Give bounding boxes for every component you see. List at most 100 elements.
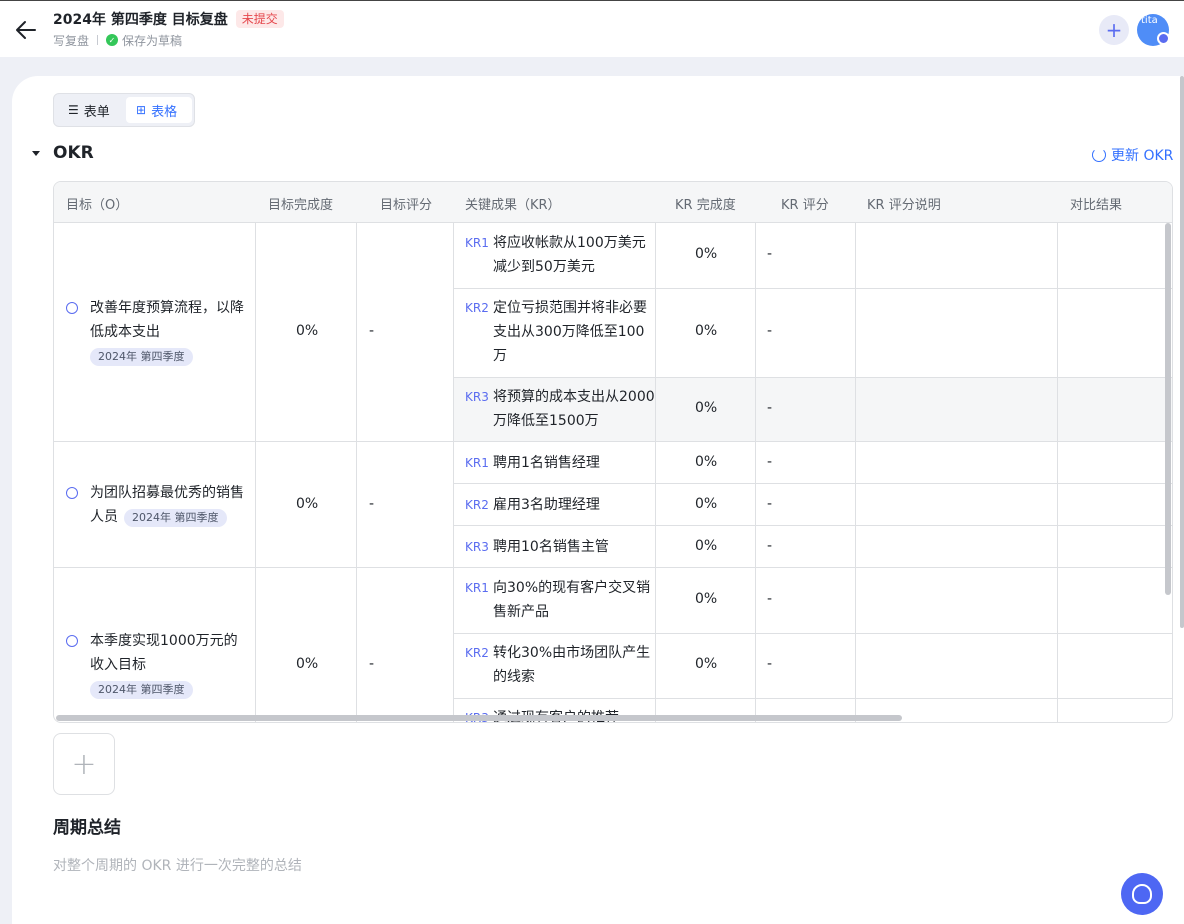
form-icon: ☰ bbox=[68, 103, 79, 117]
kr-tag: KR1 bbox=[465, 581, 489, 595]
kr-score: - bbox=[767, 454, 773, 470]
kr-cell[interactable]: KR3 聘用10名销售主管 bbox=[465, 535, 655, 559]
kr-cell[interactable]: KR2 雇用3名助理经理 bbox=[465, 493, 655, 517]
page-title: 2024年 第四季度 目标复盘 bbox=[53, 12, 228, 28]
objective-name: 为团队招募最优秀的销售人员 2024年 第四季度 bbox=[68, 481, 248, 529]
update-okr-label: 更新 OKR bbox=[1111, 148, 1174, 164]
target-icon bbox=[66, 487, 78, 499]
table-view-tab[interactable]: ⊞ 表格 bbox=[126, 97, 192, 123]
title-row: 2024年 第四季度 目标复盘 未提交 bbox=[53, 9, 284, 29]
target-icon bbox=[66, 635, 78, 647]
kr-completion: 0% bbox=[695, 496, 718, 512]
kr-cell[interactable]: KR1 向30%的现有客户交叉销售新产品 bbox=[465, 576, 655, 624]
kr-text: 聘用10名销售主管 bbox=[493, 539, 609, 555]
kr-completion: 0% bbox=[695, 323, 718, 339]
table-view-label: 表格 bbox=[151, 104, 178, 120]
objective-name: 本季度实现1000万元的收入目标 bbox=[90, 633, 238, 673]
kr-cell[interactable]: KR1 聘用1名销售经理 bbox=[465, 451, 655, 475]
row-divider bbox=[454, 698, 1172, 699]
col-divider bbox=[255, 223, 256, 722]
kr-cell[interactable]: KR1 将应收帐款从100万美元减少到50万美元 bbox=[465, 231, 655, 279]
period-tag: 2024年 第四季度 bbox=[90, 681, 193, 699]
kr-text: 将预算的成本支出从2000万降低至1500万 bbox=[493, 389, 655, 429]
kr-completion: 0% bbox=[695, 246, 718, 262]
kr-text: 雇用3名助理经理 bbox=[493, 497, 600, 513]
update-okr-button[interactable]: 更新 OKR bbox=[1092, 145, 1173, 165]
objective-cell[interactable]: 为团队招募最优秀的销售人员 2024年 第四季度 bbox=[66, 481, 248, 529]
period-tag: 2024年 第四季度 bbox=[124, 509, 227, 527]
row-divider bbox=[454, 525, 1172, 526]
page-scrollbar[interactable] bbox=[1180, 76, 1184, 628]
col-divider bbox=[655, 223, 656, 722]
add-button[interactable]: + bbox=[1099, 15, 1129, 45]
add-section-button[interactable]: + bbox=[53, 733, 115, 795]
row-divider bbox=[454, 288, 1172, 289]
assistant-icon bbox=[1132, 884, 1152, 904]
row-divider bbox=[54, 441, 1172, 442]
col-header-key-results: 关键成果（KR） bbox=[465, 198, 561, 213]
table-grid-icon: ⊞ bbox=[136, 103, 147, 117]
kr-tag: KR2 bbox=[465, 646, 489, 660]
kr-score: - bbox=[767, 323, 773, 339]
kr-text: 聘用1名销售经理 bbox=[493, 455, 600, 471]
okr-section-header[interactable]: OKR bbox=[32, 143, 94, 163]
form-view-label: 表单 bbox=[83, 104, 110, 120]
avatar-status-icon bbox=[1157, 32, 1170, 45]
kr-cell[interactable]: KR3 将预算的成本支出从2000万降低至1500万 bbox=[465, 385, 655, 433]
kr-cell[interactable]: KR2 转化30%由市场团队产生的线索 bbox=[465, 641, 655, 689]
kr-tag: KR2 bbox=[465, 498, 489, 512]
objective-score: - bbox=[369, 496, 375, 512]
table-horizontal-scrollbar[interactable] bbox=[56, 715, 902, 721]
col-header-objective: 目标（O） bbox=[66, 198, 129, 213]
kr-tag: KR1 bbox=[465, 456, 489, 470]
row-divider bbox=[454, 483, 1172, 484]
view-toggle: ☰ 表单 ⊞ 表格 bbox=[53, 93, 195, 127]
mode-label: 写复盘 bbox=[53, 33, 90, 48]
summary-title: 周期总结 bbox=[53, 818, 121, 838]
kr-completion: 0% bbox=[695, 454, 718, 470]
kr-text: 向30%的现有客户交叉销售新产品 bbox=[493, 580, 651, 620]
status-badge: 未提交 bbox=[235, 10, 284, 28]
kr-tag: KR2 bbox=[465, 301, 489, 315]
row-divider bbox=[454, 377, 1172, 378]
target-icon bbox=[66, 302, 78, 314]
assistant-button[interactable] bbox=[1121, 873, 1163, 915]
objective-completion: 0% bbox=[296, 496, 319, 512]
row-divider bbox=[454, 633, 1172, 634]
col-divider bbox=[755, 223, 756, 722]
table-header: 目标（O） 目标完成度 目标评分 关键成果（KR） KR 完成度 KR 评分 K… bbox=[54, 182, 1172, 223]
col-divider bbox=[356, 223, 357, 722]
kr-text: 将应收帐款从100万美元减少到50万美元 bbox=[493, 235, 646, 275]
kr-tag: KR1 bbox=[465, 236, 489, 250]
col-header-kr-completion: KR 完成度 bbox=[675, 198, 736, 213]
col-header-kr-score-note: KR 评分说明 bbox=[867, 198, 941, 213]
kr-score: - bbox=[767, 496, 773, 512]
objective-cell[interactable]: 改善年度预算流程，以降低成本支出 2024年 第四季度 bbox=[66, 296, 248, 368]
page-header: 2024年 第四季度 目标复盘 未提交 写复盘 ✓ 保存为草稿 + tita bbox=[0, 1, 1184, 57]
objective-score: - bbox=[369, 656, 375, 672]
col-header-kr-score: KR 评分 bbox=[781, 198, 829, 213]
col-divider bbox=[1057, 223, 1058, 722]
kr-completion: 0% bbox=[695, 538, 718, 554]
kr-completion: 0% bbox=[695, 656, 718, 672]
caret-down-icon[interactable] bbox=[32, 150, 40, 156]
summary-input[interactable]: 对整个周期的 OKR 进行一次完整的总结 bbox=[53, 855, 302, 875]
check-circle-icon: ✓ bbox=[106, 34, 119, 46]
divider bbox=[97, 35, 99, 45]
kr-score: - bbox=[767, 538, 773, 554]
subtitle-row: 写复盘 ✓ 保存为草稿 bbox=[53, 32, 182, 48]
table-vertical-scrollbar[interactable] bbox=[1165, 223, 1171, 595]
form-view-tab[interactable]: ☰ 表单 bbox=[58, 97, 120, 123]
objective-completion: 0% bbox=[296, 656, 319, 672]
objective-completion: 0% bbox=[296, 323, 319, 339]
kr-completion: 0% bbox=[695, 400, 718, 416]
row-divider bbox=[54, 567, 1172, 568]
kr-cell[interactable]: KR2 定位亏损范围并将非必要支出从300万降低至100万 bbox=[465, 296, 655, 368]
kr-text: 转化30%由市场团队产生的线索 bbox=[493, 645, 651, 685]
col-header-objective-completion: 目标完成度 bbox=[268, 198, 334, 213]
back-arrow-icon[interactable] bbox=[14, 19, 38, 41]
okr-table: 目标（O） 目标完成度 目标评分 关键成果（KR） KR 完成度 KR 评分 K… bbox=[53, 181, 1173, 723]
avatar-text: tita bbox=[1141, 15, 1158, 26]
col-divider bbox=[453, 223, 454, 722]
objective-cell[interactable]: 本季度实现1000万元的收入目标 2024年 第四季度 bbox=[66, 629, 248, 701]
